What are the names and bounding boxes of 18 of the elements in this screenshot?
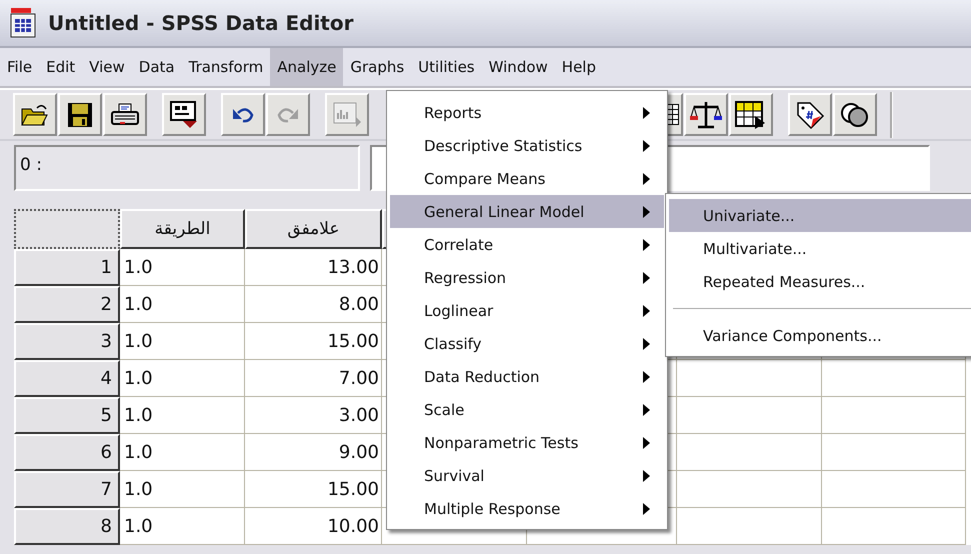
table-cell: 15.00 — [245, 471, 382, 508]
table-cell: 1.0 — [120, 397, 245, 434]
table-cell: 1.0 — [120, 471, 245, 508]
table-cell: 1.0 — [120, 434, 245, 471]
table-cell: 1.0 — [120, 249, 245, 286]
table-cell: 1.0 — [120, 360, 245, 397]
table-cell: 1.0 — [120, 286, 245, 323]
table-cell: 8.00 — [245, 286, 382, 323]
table-cell: 7.00 — [245, 360, 382, 397]
table-cell: 10.00 — [245, 508, 382, 545]
table-cell: 1.0 — [120, 508, 245, 545]
cell-reference-label: 0 : — [14, 145, 360, 191]
table-cell: 9.00 — [245, 434, 382, 471]
table-cell: 1.0 — [120, 323, 245, 360]
table-cell: 3.00 — [245, 397, 382, 434]
window-title: Untitled - SPSS Data Editor — [48, 11, 354, 35]
table-cell: 13.00 — [245, 249, 382, 286]
table-cell: 15.00 — [245, 323, 382, 360]
